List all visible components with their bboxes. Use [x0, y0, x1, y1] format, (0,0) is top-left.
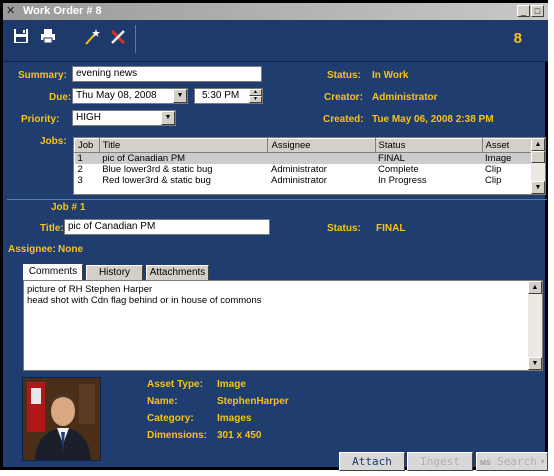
priority-label: Priority:: [21, 114, 60, 125]
search-button[interactable]: MS Search ▾: [476, 452, 548, 471]
table-cell: Administrator: [270, 164, 327, 175]
table-cell: [267, 152, 376, 164]
table-cell: 1: [74, 152, 100, 164]
summary-label: Summary:: [18, 70, 67, 81]
table-cell: Administrator: [270, 175, 327, 186]
maximize-button[interactable]: □: [531, 5, 544, 17]
work-order-window: ✕ Work Order # 8 _ □ 8 Summary: evening …: [0, 0, 548, 471]
job-status-label: Status:: [327, 223, 361, 234]
job-title-input[interactable]: pic of Canadian PM: [64, 219, 270, 235]
assignee-value: None: [58, 244, 83, 255]
table-row[interactable]: 2 Blue lower3rd & static bug Administrat…: [75, 164, 532, 175]
jobs-header-row: Job Title Assignee Status Asset: [74, 138, 533, 153]
asset-name-value: StephenHarper: [217, 396, 289, 407]
toolbar-separator: [135, 25, 136, 53]
asset-category-value: Images: [217, 413, 252, 424]
chevron-down-icon[interactable]: ▼: [173, 89, 187, 103]
table-cell: Blue lower3rd & static bug: [102, 164, 213, 175]
tab-comments[interactable]: Comments: [23, 264, 83, 281]
due-label: Due:: [49, 92, 72, 103]
attach-button[interactable]: Attach: [339, 452, 405, 471]
table-cell: Complete: [378, 164, 419, 175]
created-label: Created:: [323, 114, 364, 125]
table-cell: FINAL: [375, 152, 483, 164]
search-button-label: Search: [497, 455, 537, 468]
summary-input[interactable]: evening news: [72, 66, 262, 82]
toolbar: 8: [3, 20, 548, 62]
column-header[interactable]: Assignee: [267, 138, 376, 153]
scroll-down-icon[interactable]: ▼: [531, 181, 545, 194]
work-order-number: 8: [513, 30, 522, 47]
scroll-down-icon[interactable]: ▼: [528, 357, 542, 370]
table-row[interactable]: 3 Red lower3rd & static bug Administrato…: [75, 175, 532, 186]
asset-dimensions-label: Dimensions:: [147, 430, 208, 441]
asset-category-label: Category:: [147, 413, 194, 424]
job-status-value: FINAL: [376, 223, 406, 234]
status-value: In Work: [372, 70, 409, 81]
due-date-value: Thu May 08, 2008: [76, 90, 157, 101]
asset-type-value: Image: [217, 379, 246, 390]
scroll-up-icon[interactable]: ▲: [531, 138, 545, 151]
table-cell: 2: [77, 164, 83, 175]
tools-icon[interactable]: [109, 28, 127, 46]
due-date-select[interactable]: Thu May 08, 2008 ▼: [72, 88, 188, 104]
asset-name-label: Name:: [147, 396, 178, 407]
title-bar: ✕ Work Order # 8 _ □: [3, 3, 548, 20]
spin-up-icon[interactable]: ▲: [249, 89, 262, 96]
table-cell: Clip: [485, 175, 502, 186]
created-value: Tue May 06, 2008 2:38 PM: [372, 114, 494, 125]
job-detail-header: Job # 1: [51, 202, 86, 213]
tab-attachments[interactable]: Attachments: [146, 265, 209, 281]
column-header[interactable]: Status: [374, 138, 483, 153]
scroll-up-icon[interactable]: ▲: [528, 281, 542, 294]
column-header[interactable]: Asset: [481, 138, 533, 153]
due-time-stepper[interactable]: 5:30 PM ▲ ▼: [194, 88, 263, 104]
status-label: Status:: [327, 70, 361, 81]
app-icon: ✕: [6, 5, 16, 17]
jobs-label: Jobs:: [40, 136, 67, 147]
column-header[interactable]: Job: [74, 138, 100, 153]
priority-value: HIGH: [76, 112, 101, 123]
column-header[interactable]: Title: [98, 138, 269, 153]
table-cell: Red lower3rd & static bug: [102, 175, 211, 186]
comments-scrollbar[interactable]: ▲ ▼: [528, 281, 542, 370]
section-divider: [7, 199, 547, 200]
scroll-thumb[interactable]: [531, 151, 545, 163]
due-time-value: 5:30 PM: [202, 90, 240, 101]
minimize-button[interactable]: _: [517, 5, 530, 17]
table-cell: 3: [77, 175, 83, 186]
creator-value: Administrator: [372, 92, 438, 103]
jobs-scrollbar[interactable]: ▲ ▼: [531, 138, 545, 194]
magic-wand-icon[interactable]: [83, 28, 101, 46]
jobs-table[interactable]: Job Title Assignee Status Asset 1 pic of…: [73, 137, 546, 195]
window-title: Work Order # 8: [23, 5, 102, 17]
chevron-down-icon[interactable]: ▾: [540, 453, 545, 470]
chevron-down-icon[interactable]: ▼: [161, 111, 175, 125]
asset-dimensions-value: 301 x 450: [217, 430, 262, 441]
save-icon[interactable]: [12, 28, 30, 46]
table-cell: Clip: [485, 164, 502, 175]
comment-line: picture of RH Stephen Harper: [27, 284, 153, 295]
creator-label: Creator:: [324, 92, 363, 103]
comments-textarea[interactable]: picture of RH Stephen Harper head shot w…: [23, 280, 543, 371]
comment-line: head shot with Cdn flag behind or in hou…: [27, 295, 262, 306]
spin-down-icon[interactable]: ▼: [249, 96, 262, 103]
asset-thumbnail: [22, 377, 101, 461]
table-cell: In Progress: [378, 175, 427, 186]
ingest-button[interactable]: Ingest: [407, 452, 473, 471]
assignee-label: Assignee:: [8, 244, 56, 255]
table-cell: Image: [482, 152, 532, 164]
table-row[interactable]: 1 pic of Canadian PM FINAL Image: [74, 152, 532, 164]
table-cell: pic of Canadian PM: [99, 152, 268, 164]
priority-select[interactable]: HIGH ▼: [72, 110, 176, 126]
ms-badge-icon: MS: [480, 460, 491, 467]
job-title-label: Title:: [40, 223, 64, 234]
print-icon[interactable]: [39, 28, 57, 46]
tab-history[interactable]: History: [86, 265, 143, 281]
asset-type-label: Asset Type:: [147, 379, 203, 390]
